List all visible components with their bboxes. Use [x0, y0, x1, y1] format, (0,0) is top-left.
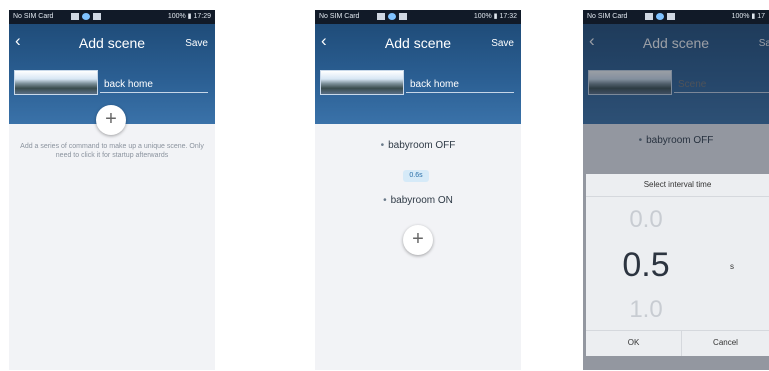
status-bar: No SIM Card 100% ▮ 17:29	[9, 10, 215, 24]
picker-selected-value[interactable]: 0.5	[586, 246, 706, 285]
status-bar: No SIM Card 100% ▮ 17	[583, 10, 769, 24]
carrier-label: No SIM Card	[319, 13, 360, 20]
screen-interval-picker: No SIM Card 100% ▮ 17 ‹ Add scene Sa •ba…	[583, 10, 769, 370]
app-icon	[656, 13, 664, 20]
add-command-button[interactable]: +	[96, 105, 126, 135]
battery-time: 100% ▮ 17:32	[473, 13, 517, 20]
image-icon	[645, 13, 653, 20]
carrier-label: No SIM Card	[587, 13, 628, 20]
scene-name-field[interactable]	[406, 74, 518, 94]
ok-button[interactable]: OK	[586, 330, 682, 356]
picker-option[interactable]: 1.0	[586, 296, 706, 324]
message-icon	[399, 13, 407, 20]
scene-name-input[interactable]	[100, 75, 212, 94]
screen-add-scene-commands: No SIM Card 100% ▮ 17:32 ‹ Add scene Sav…	[315, 10, 521, 370]
battery-time: 100% ▮ 17:29	[167, 13, 211, 20]
app-icon	[82, 13, 90, 20]
image-icon	[377, 13, 385, 20]
carrier-label: No SIM Card	[13, 13, 54, 20]
header: ‹ Add scene Save	[315, 24, 521, 124]
bullet: •	[380, 140, 385, 151]
hint-text: Add a series of command to make up a uni…	[20, 143, 204, 159]
add-command-button[interactable]: +	[403, 225, 433, 255]
command-label: babyroom OFF	[388, 140, 456, 151]
scene-image[interactable]	[320, 70, 404, 95]
message-icon	[667, 13, 675, 20]
interval-dialog: Select interval time 0.0 0.5 s 1.0 OK Ca…	[586, 174, 769, 356]
screen-add-scene-empty: No SIM Card 100% ▮ 17:29 ‹ Add scene Sav…	[9, 10, 215, 370]
save-button[interactable]: Save	[185, 38, 208, 49]
scene-image[interactable]	[14, 70, 98, 95]
command-item[interactable]: • babyroom OFF	[315, 140, 521, 151]
interval-badge[interactable]: 0.6s	[403, 170, 429, 182]
app-icon	[388, 13, 396, 20]
save-button[interactable]: Save	[491, 38, 514, 49]
cancel-button[interactable]: Cancel	[682, 330, 769, 356]
scene-name-input[interactable]	[406, 75, 518, 94]
command-item[interactable]: • babyroom ON	[315, 195, 521, 206]
page-title: Add scene	[78, 35, 146, 51]
unit-label: s	[730, 262, 734, 271]
battery-time: 100% ▮ 17	[731, 13, 765, 20]
scene-name-field[interactable]	[100, 74, 212, 94]
dialog-title: Select interval time	[643, 180, 712, 189]
image-icon	[71, 13, 79, 20]
command-label: babyroom ON	[390, 195, 453, 206]
page-title: Add scene	[384, 35, 452, 51]
bullet: •	[383, 195, 387, 206]
status-bar: No SIM Card 100% ▮ 17:32	[315, 10, 521, 24]
divider	[586, 196, 769, 197]
picker-option[interactable]: 0.0	[586, 206, 706, 234]
message-icon	[93, 13, 101, 20]
